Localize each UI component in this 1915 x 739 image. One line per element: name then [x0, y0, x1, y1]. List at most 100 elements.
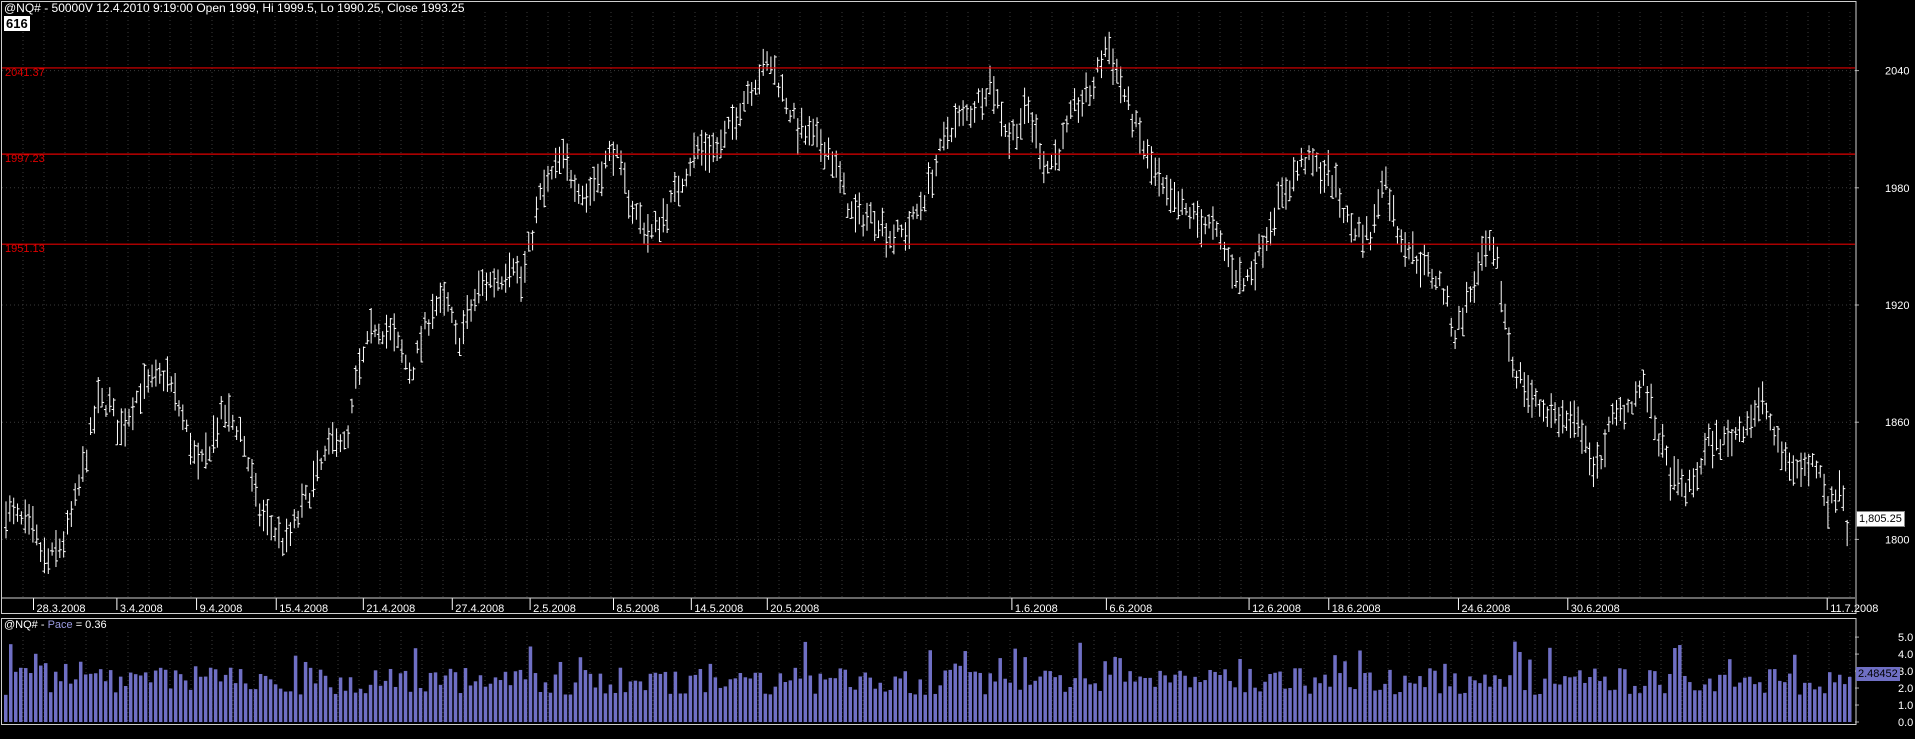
pace-bar [213, 669, 218, 722]
pace-bar [1403, 675, 1407, 722]
pace-bar [1298, 668, 1302, 722]
pace-bar [253, 689, 258, 722]
pace-bar [958, 665, 962, 722]
pace-bar [413, 648, 418, 722]
pace-bar [1168, 682, 1172, 722]
pace-bar [788, 680, 793, 722]
pace-bar [533, 673, 538, 722]
pace-bar [888, 689, 893, 722]
pace-bar [498, 680, 503, 722]
pace-bar [1023, 657, 1027, 722]
pace-bar [178, 674, 183, 722]
pace-bar [593, 687, 598, 722]
pace-bar [658, 673, 663, 722]
pace-bar [1748, 676, 1752, 722]
pace-bar [1438, 693, 1442, 722]
pace-bar [723, 686, 728, 722]
pace-bar [1803, 682, 1807, 722]
pace-bar [1613, 689, 1617, 722]
pace-bar [523, 679, 528, 722]
pace-bar [293, 655, 298, 722]
pace-bar [323, 675, 328, 722]
pace-bar [1693, 690, 1697, 722]
pace-bar [778, 673, 783, 722]
pace-bar [1638, 693, 1642, 722]
pace-bar [1838, 674, 1842, 722]
pace-bar [1103, 661, 1107, 722]
pace-bar [438, 684, 443, 722]
pace-bar [938, 685, 942, 722]
panel-frames [1, 1, 1857, 725]
pace-bar [933, 693, 937, 722]
pace-bar [1008, 682, 1012, 722]
pace-bar [408, 691, 413, 722]
pace-bar [758, 672, 763, 722]
pace-bar [68, 683, 73, 722]
pace-bar [1243, 692, 1247, 722]
pace-bar [733, 678, 738, 722]
price-y-tick-label: 1920 [1885, 300, 1909, 312]
pace-bar [863, 672, 868, 722]
pace-bar [228, 667, 233, 722]
pace-bar [858, 676, 863, 722]
pace-bar [1843, 684, 1847, 722]
pace-bar [98, 669, 103, 722]
pace-bar [428, 672, 433, 722]
pace-bar [608, 684, 613, 722]
pace-bar [128, 672, 133, 722]
pace-bar [573, 682, 578, 722]
pace-bar [1318, 683, 1322, 722]
pace-bar [273, 684, 278, 722]
pace-bar [578, 657, 583, 722]
pace-bar [453, 672, 458, 722]
pace-bar [813, 693, 818, 722]
pace-bar [1283, 688, 1287, 722]
pace-bar [1188, 687, 1192, 722]
pace-bar [538, 691, 543, 722]
pace-bar [113, 692, 118, 722]
pace-bar [1553, 683, 1557, 722]
pace-bar [363, 693, 368, 722]
pace-bar [388, 668, 393, 722]
pace-bar [1373, 690, 1377, 722]
pace-bar [473, 681, 478, 722]
pace-bar [553, 674, 558, 722]
pace-bar [1548, 647, 1552, 722]
pace-bar [763, 693, 768, 722]
pace-bar [198, 676, 203, 722]
pace-bar [1723, 674, 1727, 722]
pace-bar [963, 651, 967, 722]
pace-bar [783, 682, 788, 722]
pace-bar [1728, 659, 1732, 722]
pace-bar [598, 673, 603, 722]
pace-bar [828, 677, 833, 722]
pace-bar [4, 694, 8, 722]
pace-bar [1503, 686, 1507, 722]
pace-bar [1378, 689, 1382, 722]
pace-bar [73, 679, 78, 722]
pace-bar [173, 670, 178, 722]
pace-bar [103, 681, 108, 722]
pace-bar [853, 689, 858, 722]
pace-bar [423, 691, 428, 722]
pace-bar [1093, 683, 1097, 722]
pace-bar [673, 671, 678, 722]
pace-bar [1648, 670, 1652, 722]
pace-bar [1618, 668, 1622, 722]
pace-bar [1673, 648, 1677, 722]
pace-bar [1348, 687, 1352, 722]
pace-bar [583, 670, 588, 722]
pace-bar [643, 690, 648, 722]
pace-bar [568, 694, 573, 722]
pace-bar [1213, 671, 1217, 722]
pace-bar [208, 667, 213, 722]
pace-bar [503, 671, 508, 722]
pace-bar [1038, 676, 1042, 722]
pace-bar [823, 679, 828, 722]
pace-bar [1118, 658, 1122, 722]
pace-bar [1198, 682, 1202, 722]
pace-bar [613, 692, 618, 722]
pace-bar [753, 672, 758, 722]
pace-bar [1228, 680, 1232, 722]
pace-bar [1718, 674, 1722, 722]
